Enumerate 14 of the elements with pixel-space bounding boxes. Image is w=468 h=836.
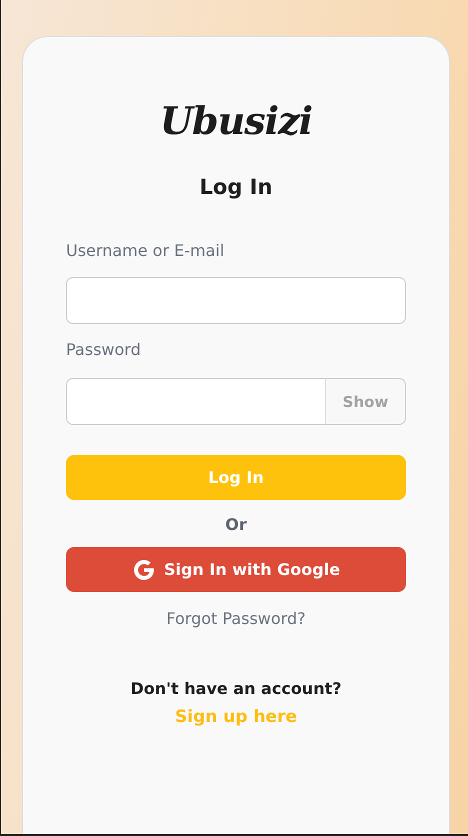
page-title: Log In: [200, 174, 272, 201]
show-password-button[interactable]: Show: [325, 378, 406, 425]
username-field[interactable]: [66, 277, 406, 324]
password-field[interactable]: [66, 378, 326, 425]
signup-prompt: Don't have an account?: [130, 678, 342, 700]
login-button[interactable]: Log In: [66, 455, 406, 500]
field-label: Username or E-mail: [66, 241, 224, 261]
signup-link[interactable]: Sign up here: [175, 704, 297, 730]
separator-text: Or: [225, 514, 247, 536]
forgot-password-link[interactable]: Forgot Password?: [166, 608, 306, 630]
logo: Ubusizi: [160, 99, 312, 143]
google-signin-button[interactable]: Sign In with Google: [66, 547, 406, 592]
google-g-icon: [132, 558, 156, 582]
field-label: Password: [66, 340, 141, 360]
